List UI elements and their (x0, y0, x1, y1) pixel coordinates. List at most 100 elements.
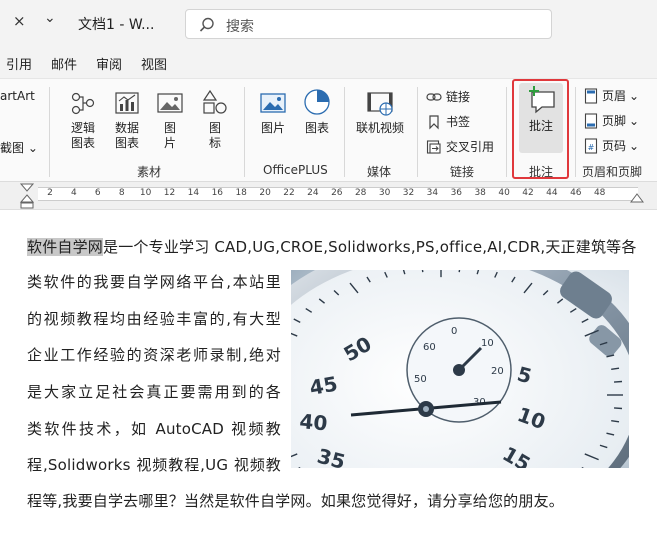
ruler-tick-label: 24 (307, 188, 319, 198)
picture-icon (260, 93, 286, 113)
bookmark-icon (429, 114, 439, 129)
header-label: 页眉 (602, 89, 627, 103)
chevron-down-icon: ⌄ (629, 88, 640, 103)
cross-reference-button[interactable]: 交叉引用 (426, 138, 494, 155)
ribbon: artArt 截图 ⌄ 逻辑 图表 数据 图表 图 片 图 标 素材 图片 图表… (0, 78, 657, 182)
ruler-tick-label: 12 (163, 188, 176, 198)
image-icon (157, 93, 183, 113)
tab-review[interactable]: 审阅 (96, 54, 122, 73)
indent-marker-icon[interactable] (19, 182, 35, 210)
menu-bar: 引用 邮件 审阅 视图 (0, 46, 657, 78)
shapes-button[interactable]: 图 标 (200, 89, 230, 151)
ruler-tick-label: 40 (498, 188, 510, 198)
paragraph-line: 类软件的我要自学网络平台,本站里 (27, 273, 281, 291)
svg-text:#: # (588, 143, 595, 152)
horizontal-ruler[interactable]: 2 4 6 8 10 12 14 16 18 20 22 24 26 28 30 32 34 36 38 40 42 44… (0, 182, 657, 210)
paragraph-line: 的视频教程均由经验丰富的,有大型 (27, 310, 281, 328)
ruler-tick-label: 22 (283, 188, 295, 198)
close-icon[interactable]: × (13, 12, 26, 30)
chevron-down-icon: ⌄ (27, 141, 38, 155)
document-page[interactable]: 软件自学网是一个专业学习 CAD,UG,CROE,Solidworks,PS,o… (0, 211, 657, 546)
ribbon-separator (417, 87, 418, 177)
group-label-officeplus: OfficePLUS (263, 163, 328, 177)
smartart-button[interactable]: artArt (0, 89, 35, 103)
header-button[interactable]: 页眉 ⌄ (584, 87, 639, 104)
screenshot-button[interactable]: 截图 ⌄ (0, 139, 38, 156)
paragraph-line: 企业工作经验的资深老师录制,绝对 (27, 346, 281, 364)
search-icon (199, 17, 214, 32)
bookmark-button[interactable]: 书签 (426, 113, 470, 130)
svg-text:0: 0 (451, 326, 457, 337)
image-label: 图 片 (163, 121, 176, 150)
paragraph-line: 是大家立足社会真正要需用到的各 (27, 383, 281, 401)
svg-text:50: 50 (414, 374, 427, 385)
group-label-media: 媒体 (367, 165, 392, 179)
svg-text:60: 60 (423, 342, 436, 353)
stopwatch-photo[interactable]: 50 45 40 35 5 10 15 0 10 20 30 50 60 (291, 270, 629, 468)
page-number-button[interactable]: # 页码 ⌄ (584, 137, 639, 154)
link-icon (426, 92, 442, 101)
ruler-tick-label: 6 (94, 188, 101, 198)
officeplus-picture-label: 图片 (260, 121, 285, 135)
group-label-links: 链接 (450, 165, 475, 179)
ruler-tick-label: 20 (259, 188, 271, 198)
chevron-down-icon: ⌄ (629, 113, 640, 128)
bookmark-label: 书签 (446, 115, 471, 129)
tab-mailings[interactable]: 邮件 (51, 54, 77, 73)
right-indent-marker-icon[interactable] (629, 192, 645, 206)
paragraph-line: 类软件技术，如 AutoCAD 视频教 (27, 420, 281, 438)
search-placeholder: 搜索 (226, 19, 254, 35)
ruler-tick-label: 10 (139, 188, 152, 198)
line-text: 是一个专业学习 CAD,UG,CROE,Solidworks,PS,office… (103, 238, 637, 256)
online-video-button[interactable]: 联机视频 (354, 89, 406, 136)
ruler-tick-label: 28 (354, 188, 367, 198)
ribbon-separator (49, 87, 50, 177)
page-number-label: 页码 (602, 139, 627, 153)
data-chart-button[interactable]: 数据 图表 (110, 89, 144, 151)
online-video-icon (367, 92, 393, 116)
link-button[interactable]: 链接 (426, 88, 470, 105)
svg-text:20: 20 (491, 366, 504, 377)
officeplus-picture-button[interactable]: 图片 (257, 89, 289, 136)
online-video-label: 联机视频 (355, 121, 404, 135)
logic-chart-button[interactable]: 逻辑 图表 (66, 89, 100, 151)
shapes-icon (202, 89, 227, 114)
paragraph-line: 软件自学网是一个专业学习 CAD,UG,CROE,Solidworks,PS,o… (27, 236, 637, 257)
pie-chart-icon (304, 89, 330, 115)
title-bar: × ⌄ 文档1 - W... 搜索 (0, 0, 657, 46)
ruler-tick-label: 14 (187, 188, 200, 198)
group-label-sucai: 素材 (137, 165, 162, 179)
group-label-header-footer: 页眉和页脚 (582, 165, 643, 179)
ruler-tick-label: 48 (593, 188, 606, 198)
footer-icon (584, 112, 598, 129)
svg-text:40: 40 (299, 409, 329, 435)
chevron-down-icon[interactable]: ⌄ (44, 10, 56, 26)
shapes-label: 图 标 (208, 121, 221, 150)
tab-view[interactable]: 视图 (141, 54, 167, 73)
data-chart-label: 数据 图表 (114, 121, 139, 150)
chevron-down-icon: ⌄ (629, 138, 640, 153)
ribbon-separator (575, 87, 576, 177)
ribbon-separator (506, 87, 507, 177)
header-icon (584, 87, 598, 104)
ruler-tick-label: 44 (546, 188, 558, 198)
data-chart-icon (115, 92, 139, 114)
search-input[interactable]: 搜索 (185, 9, 552, 39)
ruler-tick-label: 26 (331, 188, 343, 198)
image-button[interactable]: 图 片 (155, 89, 185, 151)
svg-text:45: 45 (308, 371, 340, 399)
footer-button[interactable]: 页脚 ⌄ (584, 112, 639, 129)
ruler-tick-label: 4 (71, 188, 77, 198)
officeplus-chart-button[interactable]: 图表 (301, 87, 333, 136)
tab-references[interactable]: 引用 (6, 54, 32, 73)
paragraph-line: 程,Solidworks 视频教程,UG 视频教 (27, 456, 281, 474)
officeplus-chart-label: 图表 (304, 121, 329, 135)
ruler-tick-label: 38 (474, 188, 486, 198)
window-title: 文档1 - W... (78, 17, 155, 33)
ruler-tick-label: 30 (378, 188, 391, 198)
ruler-tick-label: 42 (522, 188, 534, 198)
selected-text[interactable]: 软件自学网 (27, 238, 104, 256)
ruler-tick-label: 32 (402, 188, 415, 198)
ruler-tick-label: 36 (450, 188, 463, 198)
logic-chart-label: 逻辑 图表 (70, 121, 95, 150)
